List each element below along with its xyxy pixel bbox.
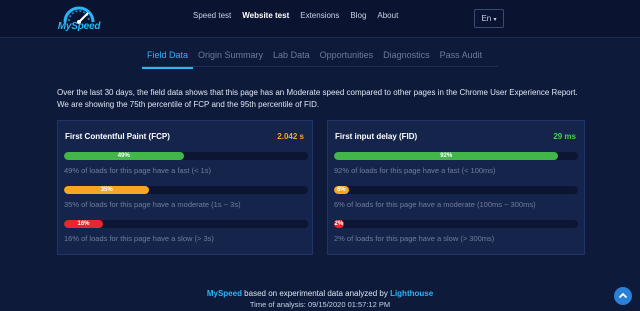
progress-fill: 2% [334, 220, 344, 228]
fcp-card: First Contentful Paint (FCP) 2.042 s 49%… [57, 120, 313, 255]
progress-track: 92% [334, 152, 578, 160]
card-value: 2.042 s [277, 132, 304, 141]
intro-text: Over the last 30 days, the field data sh… [57, 88, 578, 109]
footer-lighthouse-link[interactable]: Lighthouse [390, 289, 433, 298]
metric-description: 35% of loads for this page have a modera… [64, 200, 241, 209]
metric-moderate: 35% 35% of loads for this page have a mo… [64, 186, 308, 209]
metric-description: 2% of loads for this page have a slow (>… [334, 234, 495, 243]
card-title: First Contentful Paint (FCP) [65, 132, 170, 141]
metric-description: 6% of loads for this page have a moderat… [334, 200, 536, 209]
footer-attribution: MySpeed based on experimental data analy… [0, 289, 640, 298]
card-value: 29 ms [553, 132, 576, 141]
metric-description: 49% of loads for this page have a fast (… [64, 166, 211, 175]
progress-track: 35% [64, 186, 308, 194]
metric-fast: 49% 49% of loads for this page have a fa… [64, 152, 308, 175]
scroll-top-button[interactable] [614, 287, 632, 305]
progress-fill: 16% [64, 220, 104, 228]
metric-fast: 92% 92% of loads for this page have a fa… [334, 152, 578, 175]
navbar: MySpeed Speed test Website test Extensio… [0, 0, 640, 38]
caret-down-icon: ▾ [493, 17, 497, 23]
nav-link-about[interactable]: About [377, 11, 398, 20]
progress-fill: 92% [334, 152, 559, 160]
analysis-time: Time of analysis: 09/15/2020 01:57:12 PM [249, 300, 391, 309]
progress-fill: 49% [64, 152, 184, 160]
progress-fill: 6% [334, 186, 349, 194]
nav-link-speed-test[interactable]: Speed test [193, 11, 231, 20]
footer-text: based on experimental data analyzed by [241, 289, 391, 298]
progress-fill: 35% [64, 186, 150, 194]
chevron-up-icon [618, 292, 628, 299]
tab-divider [142, 66, 498, 67]
nav-link-blog[interactable]: Blog [350, 11, 366, 20]
language-dropdown[interactable]: En ▾ [474, 9, 504, 28]
metric-description: 16% of loads for this page have a slow (… [64, 234, 214, 243]
progress-track: 2% [334, 220, 578, 228]
nav-link-website-test[interactable]: Website test [242, 11, 289, 20]
logo-text: MySpeed [57, 21, 101, 32]
progress-track: 6% [334, 186, 578, 194]
language-label: En [481, 14, 492, 23]
nav-links: Speed test Website test Extensions Blog … [193, 11, 398, 20]
progress-track: 16% [64, 220, 308, 228]
metric-description: 92% of loads for this page have a fast (… [334, 166, 496, 175]
fid-card: First input delay (FID) 29 ms 92% 92% of… [327, 120, 585, 255]
footer-brand-link[interactable]: MySpeed [207, 289, 242, 298]
logo[interactable]: MySpeed [56, 4, 102, 34]
nav-link-extensions[interactable]: Extensions [300, 11, 339, 20]
progress-track: 49% [64, 152, 308, 160]
metric-slow: 16% 16% of loads for this page have a sl… [64, 220, 308, 243]
card-title: First input delay (FID) [335, 132, 418, 141]
metric-slow: 2% 2% of loads for this page have a slow… [334, 220, 578, 243]
metric-moderate: 6% 6% of loads for this page have a mode… [334, 186, 578, 209]
